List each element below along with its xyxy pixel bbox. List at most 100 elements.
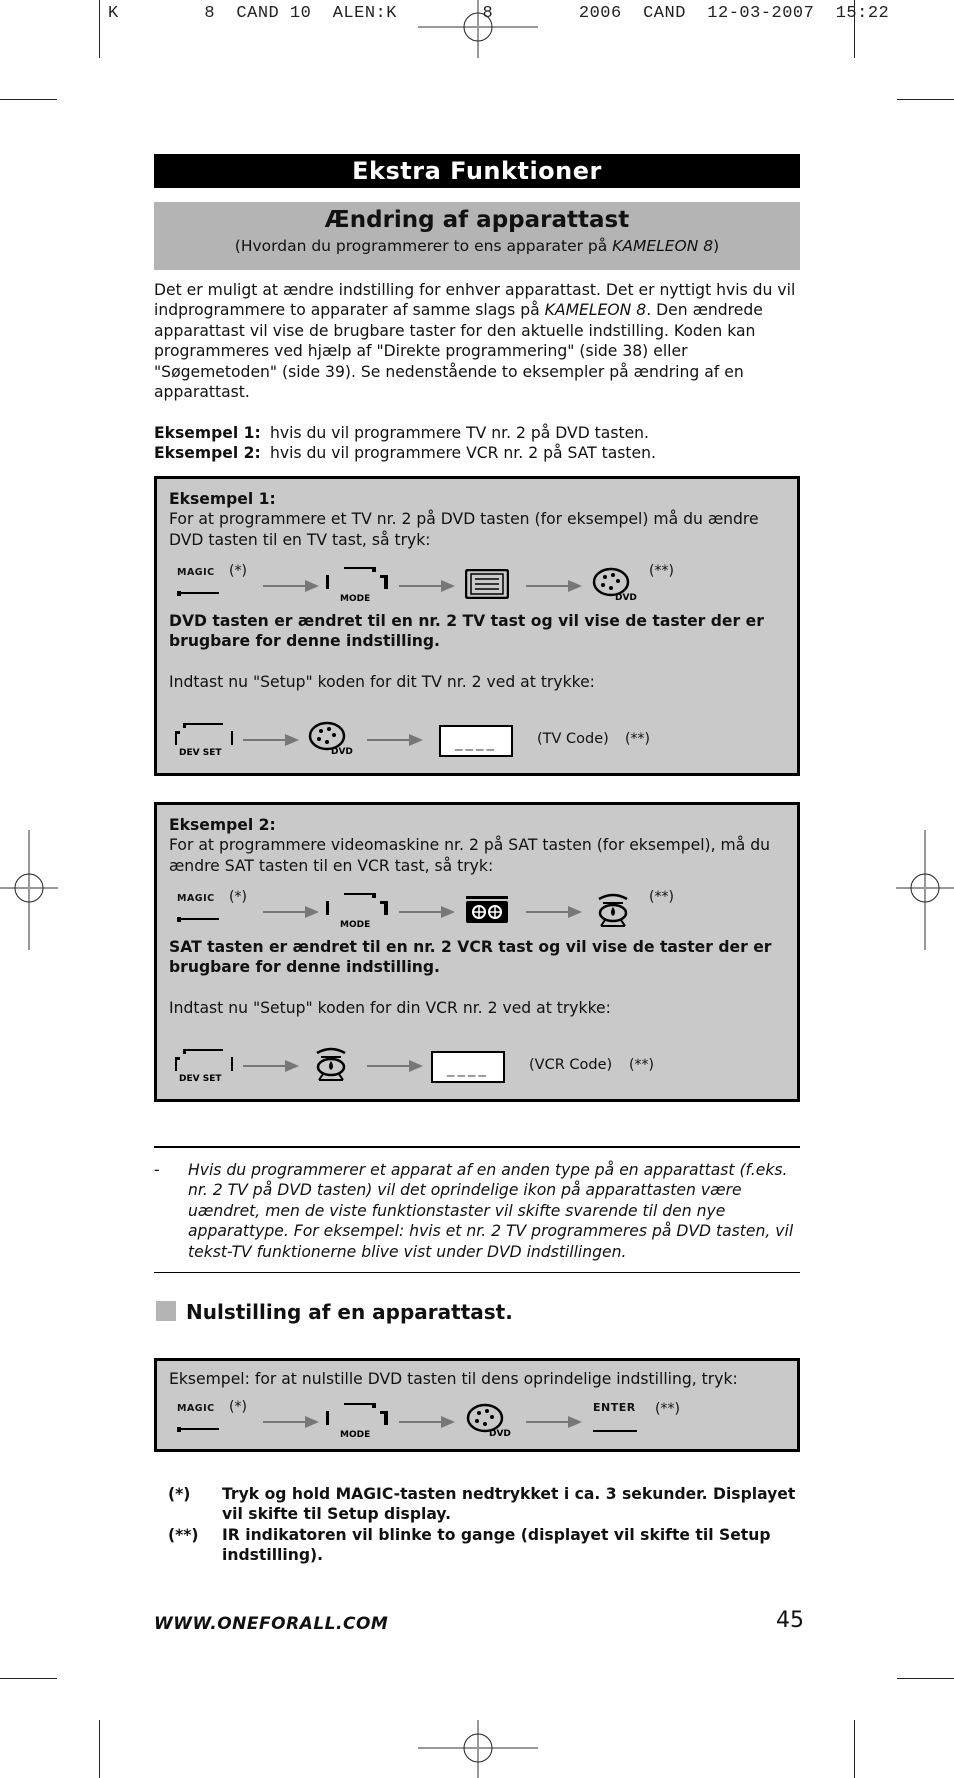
svg-text:MODE: MODE	[340, 594, 370, 603]
subtitle-text: (Hvordan du programmerer to ens apparate…	[234, 237, 613, 255]
example2-instruction: Indtast nu "Setup" koden for din VCR nr.…	[169, 998, 611, 1017]
crop-mark	[0, 99, 57, 100]
example1-code-sequence: DEV SET DVD ____ (TV Code) (**)	[171, 719, 771, 763]
example-text: hvis du vil programmere VCR nr. 2 på SAT…	[270, 444, 656, 463]
crop-mark	[897, 1678, 954, 1679]
svg-text:DVD: DVD	[615, 593, 637, 601]
footnote-ref: (**)	[625, 731, 650, 747]
example-summary-item: Eksempel 2: hvis du vil programmere VCR n…	[154, 443, 804, 463]
footnote-ref: (*)	[229, 1399, 247, 1415]
example-label: Eksempel 1:	[154, 424, 261, 442]
magic-key-label: MAGIC	[177, 893, 215, 904]
svg-text:DEV SET: DEV SET	[179, 1074, 222, 1083]
footnote-text: Tryk og hold MAGIC-tasten nedtrykket i c…	[222, 1485, 796, 1524]
footnotes: (*) Tryk og hold MAGIC-tasten nedtrykket …	[154, 1484, 804, 1566]
footnote-mark: (**)	[168, 1525, 199, 1544]
arrow-icon	[399, 906, 455, 918]
arrow-icon	[399, 580, 455, 592]
examples-summary: Eksempel 1: hvis du vil programmere TV nr…	[154, 423, 804, 464]
registration-mark-top	[418, 0, 538, 58]
example1-text: For at programmere et TV nr. 2 på DVD ta…	[169, 510, 759, 549]
arrow-icon	[243, 1060, 299, 1072]
tv-code-label: (TV Code)	[537, 731, 609, 747]
arrow-icon	[263, 906, 319, 918]
svg-text:DVD: DVD	[331, 747, 353, 755]
crop-mark	[99, 1720, 100, 1778]
section-header: Ændring af apparattast (Hvordan du progr…	[154, 202, 800, 270]
example2-result: SAT tasten er ændret til en nr. 2 VCR ta…	[169, 938, 772, 977]
page-number: 45	[776, 1608, 804, 1633]
subtitle-text: )	[713, 237, 720, 255]
arrow-icon	[399, 1416, 455, 1428]
note-block: - Hvis du programmerer et apparat af en …	[154, 1146, 800, 1274]
crop-mark	[99, 0, 100, 58]
mode-key-icon: MODE	[326, 1403, 388, 1439]
crop-mark	[0, 1678, 57, 1679]
registration-mark-right	[896, 830, 954, 950]
crop-mark	[897, 99, 954, 100]
svg-text:MODE: MODE	[340, 1430, 370, 1439]
footnote-ref: (**)	[629, 1057, 654, 1073]
example2-box: Eksempel 2: For at programmere videomask…	[154, 802, 800, 1102]
registration-mark-left	[0, 830, 58, 950]
intro-paragraph: Det er muligt at ændre indstilling for e…	[154, 280, 804, 402]
arrow-icon	[526, 906, 582, 918]
example-summary-item: Eksempel 1: hvis du vil programmere TV nr…	[154, 423, 804, 443]
product-name: KAMELEON 8	[612, 237, 714, 255]
example2-key-sequence: MAGIC (*) MODE (**)	[171, 889, 771, 933]
footnote-ref: (**)	[649, 563, 674, 579]
example1-result: DVD tasten er ændret til en nr. 2 TV tas…	[169, 612, 764, 651]
vcr-icon	[466, 896, 508, 923]
sat-icon	[598, 893, 628, 927]
example-label: Eksempel 2:	[154, 444, 261, 463]
mode-key-icon: MODE	[326, 567, 388, 603]
sat-icon	[316, 1047, 346, 1081]
enter-key-icon	[593, 1430, 637, 1432]
tv-icon	[465, 569, 509, 599]
chapter-banner: Ekstra Funktioner	[154, 154, 800, 188]
svg-text:DVD: DVD	[489, 1429, 511, 1437]
footnote-ref: (**)	[649, 889, 674, 905]
arrow-icon	[263, 1416, 319, 1428]
product-name: KAMELEON 8	[544, 301, 647, 320]
footnote-item: (**) IR indikatoren vil blinke to gange (…	[154, 1525, 804, 1566]
example2-code-sequence: DEV SET ____ (VCR Code) (**)	[171, 1045, 771, 1089]
footnote-item: (*) Tryk og hold MAGIC-tasten nedtrykket …	[154, 1484, 804, 1525]
dvd-icon: DVD	[308, 721, 353, 755]
dvd-icon: DVD	[466, 1403, 511, 1437]
reset-example-box: Eksempel: for at nulstille DVD tasten ti…	[154, 1358, 800, 1452]
arrow-icon	[367, 734, 423, 746]
magic-key-label: MAGIC	[177, 1403, 215, 1414]
arrow-icon	[526, 580, 582, 592]
example-text: hvis du vil programmere TV nr. 2 på DVD …	[270, 424, 650, 442]
reset-example-text: Eksempel: for at nulstille DVD tasten ti…	[169, 1370, 738, 1388]
section2-title: Nulstilling af en apparattast.	[186, 1300, 513, 1324]
note-bullet: -	[154, 1161, 160, 1179]
footnote-ref: (**)	[655, 1401, 680, 1417]
section-subtitle: (Hvordan du programmerer to ens apparate…	[154, 235, 800, 257]
arrow-icon	[243, 734, 299, 746]
magic-key-icon	[177, 591, 219, 596]
footnote-text: IR indikatoren vil blinke to gange (disp…	[222, 1525, 771, 1565]
footnote-mark: (*)	[168, 1485, 191, 1503]
reset-key-sequence: MAGIC (*) MODE DVD ENTER (**)	[171, 1399, 771, 1443]
magic-key-label: MAGIC	[177, 567, 215, 578]
example2-heading: Eksempel 2:	[169, 816, 276, 834]
crop-mark	[854, 0, 855, 58]
section-title: Ændring af apparattast	[324, 207, 630, 233]
example2-text: For at programmere videomaskine nr. 2 på…	[169, 836, 771, 875]
footnote-ref: (*)	[229, 889, 247, 905]
example1-heading: Eksempel 1:	[169, 490, 276, 508]
arrow-icon	[367, 1060, 423, 1072]
square-bullet-icon	[156, 1301, 176, 1321]
website-link[interactable]: WWW.ONEFORALL.COM	[154, 1614, 388, 1634]
note-text: Hvis du programmerer et apparat af en an…	[188, 1161, 794, 1261]
enter-key-label: ENTER	[593, 1401, 636, 1414]
example1-key-sequence: MAGIC (*) MODE DVD (**)	[171, 563, 771, 607]
crop-mark	[854, 1720, 855, 1778]
arrow-icon	[526, 1416, 582, 1428]
footnote-ref: (*)	[229, 563, 247, 579]
example1-box: Eksempel 1: For at programmere et TV nr.…	[154, 476, 800, 776]
magic-key-icon	[177, 917, 219, 922]
devset-key-icon: DEV SET	[175, 723, 233, 757]
